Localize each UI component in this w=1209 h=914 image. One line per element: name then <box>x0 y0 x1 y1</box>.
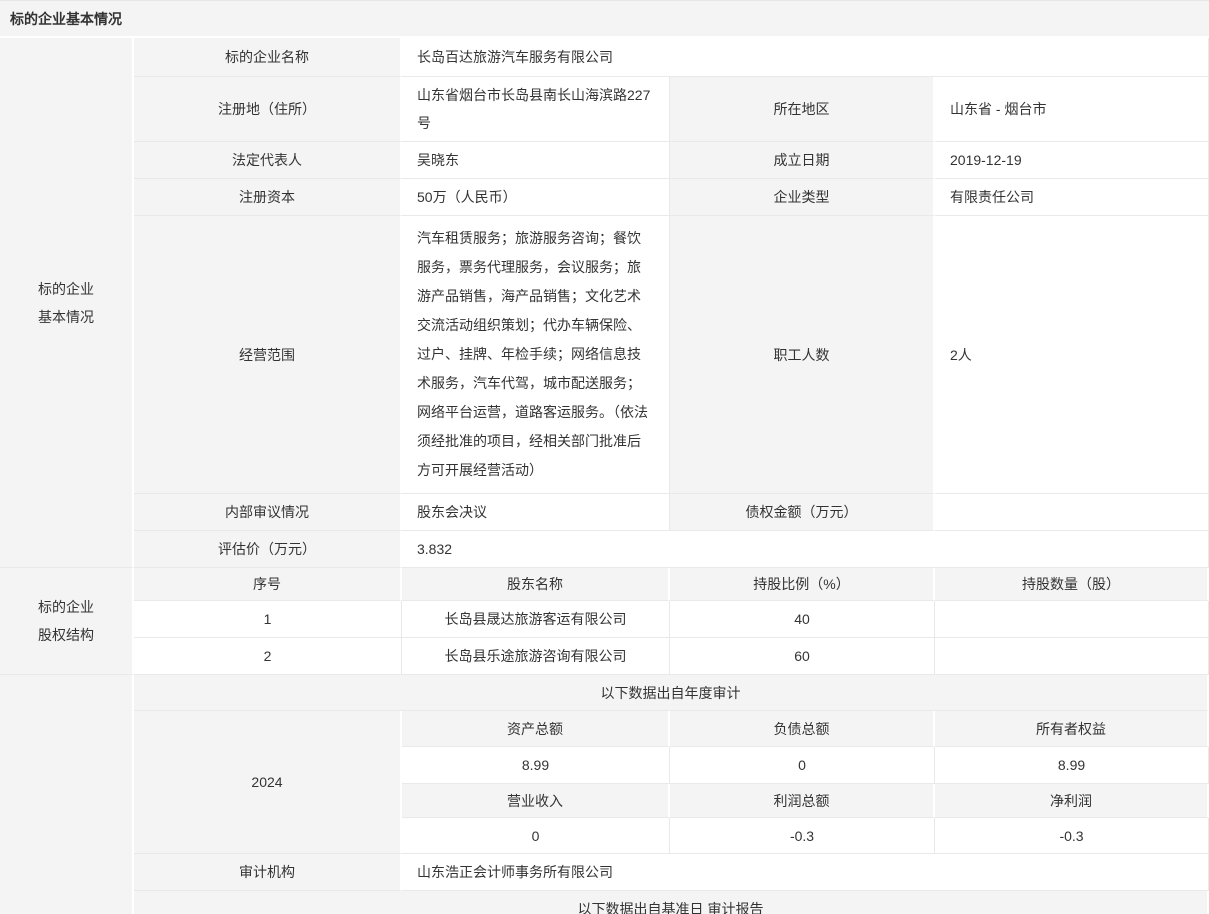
section-label-basic-info: 标的企业 基本情况 <box>0 38 134 568</box>
label-legal-representative: 法定代表人 <box>134 142 402 179</box>
page: 标的企业基本情况 标的企业 基本情况 标的企业名称 长岛百达旅游汽车服务有限公司… <box>0 0 1209 914</box>
equity-row2-ratio: 60 <box>670 638 935 675</box>
row-company-name: 标的企业 基本情况 标的企业名称 长岛百达旅游汽车服务有限公司 <box>0 38 1209 77</box>
value-debt-amount <box>935 494 1209 531</box>
equity-row: 2 长岛县乐途旅游咨询有限公司 60 <box>0 638 1209 675</box>
row-address: 注册地（住所） 山东省烟台市长岛县南长山海滨路227号 所在地区 山东省 - 烟… <box>0 77 1209 142</box>
header-net-profit: 净利润 <box>935 784 1209 818</box>
value-registered-capital: 50万（人民币） <box>402 179 670 216</box>
label-region: 所在地区 <box>670 77 935 142</box>
annual-audit-banner: 以下数据出自年度审计 <box>134 675 1209 711</box>
header-owners-equity: 所有者权益 <box>935 711 1209 747</box>
equity-row2-shares <box>935 638 1209 675</box>
row-legal-rep: 法定代表人 吴晓东 成立日期 2019-12-19 <box>0 142 1209 179</box>
equity-header-shareholder: 股东名称 <box>402 568 670 601</box>
header-operating-revenue: 营业收入 <box>402 784 670 818</box>
section-label-equity-line1: 标的企业 <box>1 593 131 621</box>
label-establish-date: 成立日期 <box>670 142 935 179</box>
value-internal-review: 股东会决议 <box>402 494 670 531</box>
equity-row1-shares <box>935 601 1209 638</box>
equity-row1-no: 1 <box>134 601 402 638</box>
label-registered-capital: 注册资本 <box>134 179 402 216</box>
page-title: 标的企业基本情况 <box>10 9 122 29</box>
baseline-audit-banner: 以下数据出自基准日 审计报告 <box>134 891 1209 914</box>
row-reg-capital: 注册资本 50万（人民币） 企业类型 有限责任公司 <box>0 179 1209 216</box>
header-total-assets: 资产总额 <box>402 711 670 747</box>
value-total-assets: 8.99 <box>402 747 670 784</box>
value-owners-equity: 8.99 <box>935 747 1209 784</box>
value-region: 山东省 - 烟台市 <box>935 77 1209 142</box>
header-total-liabilities: 负债总额 <box>670 711 935 747</box>
row-annual-audit-banner: 以下数据出自年度审计 <box>0 675 1209 711</box>
label-appraisal-price: 评估价（万元） <box>134 531 402 568</box>
section-label-basic-info-line2: 基本情况 <box>1 303 131 331</box>
label-debt-amount: 债权金额（万元） <box>670 494 935 531</box>
equity-row1-ratio: 40 <box>670 601 935 638</box>
value-audit-agency: 山东浩正会计师事务所有限公司 <box>402 854 1209 891</box>
equity-header-shares: 持股数量（股） <box>935 568 1209 601</box>
row-equity-header: 标的企业 股权结构 序号 股东名称 持股比例（%） 持股数量（股） <box>0 568 1209 601</box>
label-company-type: 企业类型 <box>670 179 935 216</box>
row-appraisal: 评估价（万元） 3.832 <box>0 531 1209 568</box>
value-total-profit: -0.3 <box>670 818 935 854</box>
equity-header-ratio: 持股比例（%） <box>670 568 935 601</box>
value-operating-revenue: 0 <box>402 818 670 854</box>
section-label-equity: 标的企业 股权结构 <box>0 568 134 675</box>
row-baseline-audit-banner: 以下数据出自基准日 审计报告 <box>0 891 1209 914</box>
section-label-equity-line2: 股权结构 <box>1 621 131 649</box>
section-title-bar: 标的企业基本情况 <box>0 0 1209 36</box>
annual-audit-year: 2024 <box>134 711 402 854</box>
enterprise-info-table: 标的企业 基本情况 标的企业名称 长岛百达旅游汽车服务有限公司 注册地（住所） … <box>0 38 1209 914</box>
label-registered-address: 注册地（住所） <box>134 77 402 142</box>
equity-row: 1 长岛县晟达旅游客运有限公司 40 <box>0 601 1209 638</box>
row-internal-review: 内部审议情况 股东会决议 债权金额（万元） <box>0 494 1209 531</box>
value-registered-address: 山东省烟台市长岛县南长山海滨路227号 <box>402 77 670 142</box>
value-legal-representative: 吴晓东 <box>402 142 670 179</box>
label-company-name: 标的企业名称 <box>134 38 402 77</box>
equity-row1-shareholder: 长岛县晟达旅游客运有限公司 <box>402 601 670 638</box>
row-annual-headers1: 2024 资产总额 负债总额 所有者权益 <box>0 711 1209 747</box>
value-company-type: 有限责任公司 <box>935 179 1209 216</box>
value-total-liabilities: 0 <box>670 747 935 784</box>
equity-row2-no: 2 <box>134 638 402 675</box>
header-total-profit: 利润总额 <box>670 784 935 818</box>
value-business-scope: 汽车租赁服务；旅游服务咨询；餐饮服务，票务代理服务，会议服务；旅游产品销售，海产… <box>402 216 670 494</box>
equity-header-no: 序号 <box>134 568 402 601</box>
value-appraisal-price: 3.832 <box>402 531 1209 568</box>
section-label-basic-info-line1: 标的企业 <box>1 275 131 303</box>
row-business-scope: 经营范围 汽车租赁服务；旅游服务咨询；餐饮服务，票务代理服务，会议服务；旅游产品… <box>0 216 1209 494</box>
value-establish-date: 2019-12-19 <box>935 142 1209 179</box>
section-label-empty <box>0 675 134 914</box>
label-audit-agency: 审计机构 <box>134 854 402 891</box>
label-internal-review: 内部审议情况 <box>134 494 402 531</box>
value-net-profit: -0.3 <box>935 818 1209 854</box>
row-auditor: 审计机构 山东浩正会计师事务所有限公司 <box>0 854 1209 891</box>
equity-row2-shareholder: 长岛县乐途旅游咨询有限公司 <box>402 638 670 675</box>
label-business-scope: 经营范围 <box>134 216 402 494</box>
value-company-name: 长岛百达旅游汽车服务有限公司 <box>402 38 1209 77</box>
label-employees: 职工人数 <box>670 216 935 494</box>
value-employees: 2人 <box>935 216 1209 494</box>
